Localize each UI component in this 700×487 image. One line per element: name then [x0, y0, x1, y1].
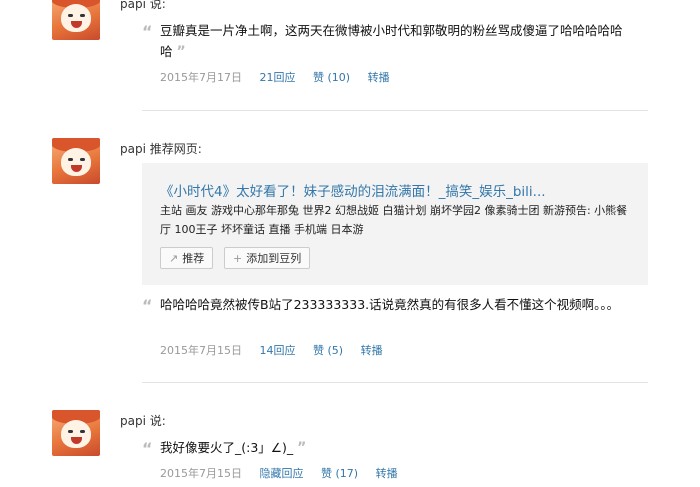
avatar[interactable]	[52, 138, 100, 184]
status-date[interactable]: 2015年7月15日	[160, 467, 242, 480]
status-meta: 2015年7月15日 隐藏回应 赞 (17) 转播	[160, 465, 412, 481]
status-date[interactable]: 2015年7月15日	[160, 344, 242, 357]
open-quote-icon: “	[142, 296, 153, 315]
like-button[interactable]: 赞 (10)	[313, 71, 350, 84]
author-label: papi 说:	[120, 0, 166, 11]
like-button[interactable]: 赞 (5)	[313, 344, 343, 357]
share-arrow-icon: ↗	[169, 252, 179, 265]
author-label: papi 说:	[120, 414, 166, 428]
replies-link[interactable]: 隐藏回应	[260, 467, 304, 480]
shared-link-description: 主站 画友 游戏中心那年那兔 世界2 幻想战姬 白猫计划 崩坏学园2 像素骑士团…	[160, 204, 628, 236]
close-quote-icon: ”	[297, 440, 307, 456]
status-meta: 2015年7月15日 14回应 赞 (5) 转播	[160, 342, 397, 358]
author-label: papi 推荐网页:	[120, 142, 202, 156]
status-text: 哈哈哈哈竟然被传B站了233333333.话说竟然真的有很多人看不懂这个视频啊。…	[160, 297, 620, 312]
divider	[142, 110, 648, 111]
status-text: 豆瓣真是一片净土啊，这两天在微博被小时代和郭敬明的粉丝骂成傻逼了哈哈哈哈哈哈”	[160, 23, 623, 60]
open-quote-icon: “	[142, 439, 153, 458]
plus-icon: +	[233, 252, 243, 265]
replies-link[interactable]: 14回应	[260, 344, 296, 357]
reshare-button[interactable]: 转播	[361, 344, 383, 357]
like-button[interactable]: 赞 (17)	[321, 467, 358, 480]
reshare-button[interactable]: 转播	[368, 71, 390, 84]
add-to-doulist-button[interactable]: + 添加到豆列	[224, 247, 311, 269]
status-date[interactable]: 2015年7月17日	[160, 71, 242, 84]
open-quote-icon: “	[142, 22, 153, 41]
divider	[142, 382, 648, 383]
replies-link[interactable]: 21回应	[260, 71, 296, 84]
recommend-button[interactable]: ↗ 推荐	[160, 247, 214, 269]
shared-link-title[interactable]: 《小时代4》太好看了！妹子感动的泪流满面！_搞笑_娱乐_bili...	[160, 180, 546, 200]
status-text: 我好像要火了_(:3」∠)_”	[160, 440, 307, 456]
shared-link-card: 《小时代4》太好看了！妹子感动的泪流满面！_搞笑_娱乐_bili... 主站 画…	[142, 163, 648, 285]
avatar[interactable]	[52, 0, 100, 40]
close-quote-icon: ”	[176, 44, 186, 60]
status-meta: 2015年7月17日 21回应 赞 (10) 转播	[160, 69, 404, 85]
reshare-button[interactable]: 转播	[376, 467, 398, 480]
avatar[interactable]	[52, 410, 100, 456]
